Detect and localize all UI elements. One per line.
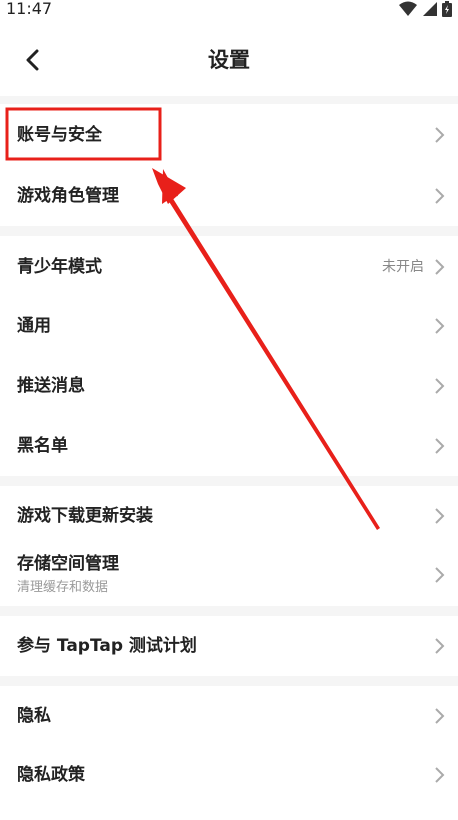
chevron-right-icon <box>435 438 445 454</box>
setting-item-push-messages[interactable]: 推送消息 <box>0 356 458 416</box>
settings-group-storage: 游戏下载更新安装 存储空间管理 清理缓存和数据 <box>0 486 458 606</box>
battery-icon <box>442 1 452 17</box>
setting-label: 账号与安全 <box>17 125 102 145</box>
signal-icon <box>423 2 437 16</box>
setting-label: 推送消息 <box>17 376 85 396</box>
setting-item-general[interactable]: 通用 <box>0 296 458 356</box>
chevron-right-icon <box>435 567 445 583</box>
setting-label: 隐私政策 <box>17 765 85 785</box>
setting-item-game-roles[interactable]: 游戏角色管理 <box>0 166 458 226</box>
setting-label: 游戏角色管理 <box>17 186 119 206</box>
chevron-right-icon <box>435 638 445 654</box>
setting-value: 未开启 <box>382 259 424 275</box>
setting-item-privacy[interactable]: 隐私 <box>0 686 458 746</box>
settings-group-privacy: 隐私 隐私政策 <box>0 686 458 820</box>
chevron-right-icon <box>435 767 445 783</box>
settings-group-account: 账号与安全 游戏角色管理 <box>0 104 458 226</box>
setting-label: 黑名单 <box>17 436 68 456</box>
setting-label: 参与 TapTap 测试计划 <box>17 636 197 656</box>
setting-label: 存储空间管理 <box>17 554 119 574</box>
status-bar: 11:47 <box>0 0 458 22</box>
setting-item-taptap-test[interactable]: 参与 TapTap 测试计划 <box>0 616 458 676</box>
status-icons <box>398 1 452 17</box>
setting-label: 游戏下载更新安装 <box>17 506 153 526</box>
chevron-right-icon <box>435 508 445 524</box>
chevron-right-icon <box>435 188 445 204</box>
setting-label: 青少年模式 <box>17 257 102 277</box>
setting-item-account-security[interactable]: 账号与安全 <box>0 104 458 164</box>
chevron-right-icon <box>435 378 445 394</box>
chevron-right-icon <box>435 708 445 724</box>
chevron-right-icon <box>435 259 445 275</box>
setting-item-download-install[interactable]: 游戏下载更新安装 <box>0 486 458 544</box>
setting-item-storage[interactable]: 存储空间管理 清理缓存和数据 <box>0 544 458 606</box>
setting-sublabel: 清理缓存和数据 <box>17 580 109 595</box>
settings-group-general: 青少年模式 未开启 通用 推送消息 黑名单 <box>0 236 458 476</box>
setting-item-teen-mode[interactable]: 青少年模式 未开启 <box>0 236 458 296</box>
setting-item-blacklist[interactable]: 黑名单 <box>0 416 458 476</box>
setting-label: 隐私 <box>17 706 51 726</box>
setting-label: 通用 <box>17 316 51 336</box>
settings-group-testing: 参与 TapTap 测试计划 <box>0 616 458 676</box>
page-title: 设置 <box>208 48 250 72</box>
chevron-right-icon <box>435 318 445 334</box>
chevron-right-icon <box>435 127 445 143</box>
nav-bar: 设置 <box>0 22 458 96</box>
setting-item-privacy-policy[interactable]: 隐私政策 <box>0 746 458 806</box>
status-time: 11:47 <box>6 0 53 18</box>
wifi-icon <box>399 1 417 16</box>
